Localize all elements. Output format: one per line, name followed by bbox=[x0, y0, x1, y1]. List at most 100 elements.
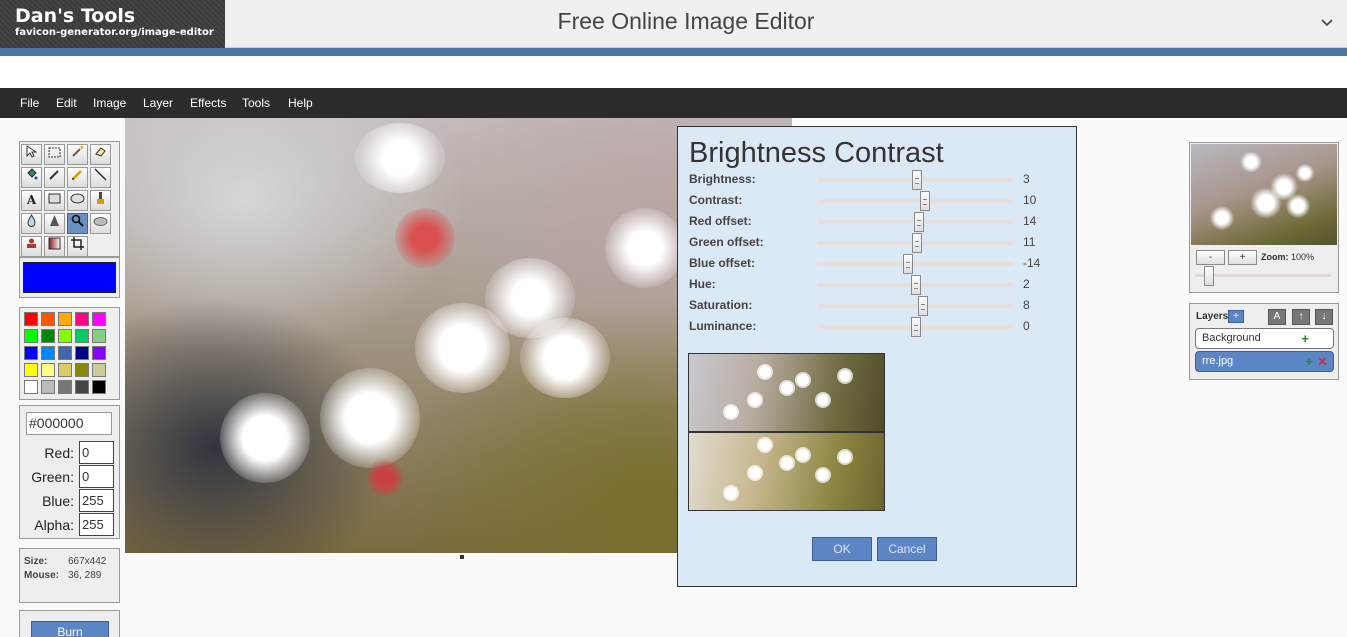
layer-name: rre.jpg bbox=[1202, 355, 1234, 367]
brightness-slider-thumb[interactable] bbox=[912, 170, 923, 190]
menu-edit[interactable]: Edit bbox=[56, 96, 77, 110]
eraser-icon[interactable] bbox=[90, 144, 111, 165]
palette-swatch[interactable] bbox=[92, 312, 106, 326]
green-offset-value: 11 bbox=[1023, 235, 1036, 249]
layer-text-button[interactable]: A bbox=[1268, 309, 1286, 325]
preview-after bbox=[688, 432, 885, 511]
green-input[interactable]: 0 bbox=[79, 465, 114, 488]
hue-slider-thumb[interactable] bbox=[911, 275, 922, 295]
mouse-label: Mouse: bbox=[24, 570, 59, 581]
select-rect-icon[interactable] bbox=[44, 144, 65, 165]
palette-swatch[interactable] bbox=[75, 312, 89, 326]
cancel-button[interactable]: Cancel bbox=[877, 537, 937, 561]
palette-swatch[interactable] bbox=[58, 329, 72, 343]
palette-swatch[interactable] bbox=[58, 346, 72, 360]
ellipse-icon[interactable] bbox=[67, 190, 88, 211]
palette-swatch[interactable] bbox=[75, 363, 89, 377]
palette-swatch[interactable] bbox=[58, 312, 72, 326]
palette-swatch[interactable] bbox=[92, 363, 106, 377]
magic-wand-icon[interactable]: ✶ bbox=[67, 144, 88, 165]
luminance-label: Luminance: bbox=[689, 319, 757, 333]
blue-offset-slider-track[interactable] bbox=[818, 262, 1013, 266]
plus-icon[interactable]: + bbox=[1305, 352, 1313, 371]
luminance-slider-thumb[interactable] bbox=[910, 317, 921, 337]
palette-swatch[interactable] bbox=[92, 380, 106, 394]
palette-swatch[interactable] bbox=[41, 380, 55, 394]
contrast-slider-track[interactable] bbox=[818, 199, 1013, 203]
palette-swatch[interactable] bbox=[75, 346, 89, 360]
dialog-title: Brightness Contrast bbox=[689, 137, 944, 169]
layer-row-background[interactable]: Background + bbox=[1195, 328, 1334, 349]
text-icon[interactable]: A bbox=[21, 190, 42, 211]
green-offset-slider-thumb[interactable] bbox=[912, 233, 923, 253]
current-color-swatch[interactable] bbox=[23, 262, 116, 293]
zoom-icon[interactable] bbox=[67, 213, 88, 234]
menu-image[interactable]: Image bbox=[93, 96, 126, 110]
zoom-in-button[interactable]: + bbox=[1228, 250, 1257, 265]
blue-offset-slider-thumb[interactable] bbox=[902, 254, 913, 274]
delete-icon[interactable]: ✕ bbox=[1317, 352, 1328, 371]
palette-swatch[interactable] bbox=[58, 363, 72, 377]
site-logo[interactable]: Dan's Tools favicon-generator.org/image-… bbox=[0, 0, 225, 48]
palette-swatch[interactable] bbox=[24, 329, 38, 343]
palette-swatch[interactable] bbox=[58, 380, 72, 394]
palette-swatch[interactable] bbox=[92, 346, 106, 360]
palette-swatch[interactable] bbox=[41, 329, 55, 343]
plus-icon[interactable]: + bbox=[1301, 329, 1309, 348]
palette-swatch[interactable] bbox=[41, 346, 55, 360]
menu-layer[interactable]: Layer bbox=[143, 96, 173, 110]
smudge-icon[interactable] bbox=[90, 213, 111, 234]
saturation-value: 8 bbox=[1023, 298, 1030, 312]
layer-row-rre[interactable]: rre.jpg + ✕ bbox=[1195, 351, 1334, 372]
saturation-slider-thumb[interactable] bbox=[918, 296, 929, 316]
navigator-thumbnail[interactable] bbox=[1191, 144, 1337, 245]
brush-icon[interactable] bbox=[90, 190, 111, 211]
flower-bud bbox=[395, 208, 455, 268]
line-icon[interactable] bbox=[90, 167, 111, 188]
palette-swatch[interactable] bbox=[75, 329, 89, 343]
green-offset-label: Green offset: bbox=[689, 235, 764, 249]
fill-bucket-icon[interactable] bbox=[21, 167, 42, 188]
saturation-slider-track[interactable] bbox=[818, 304, 1013, 308]
rectangle-icon[interactable] bbox=[44, 190, 65, 211]
palette-swatch[interactable] bbox=[24, 380, 38, 394]
palette-swatch[interactable] bbox=[24, 363, 38, 377]
pencil-icon[interactable] bbox=[67, 167, 88, 188]
crop-icon[interactable] bbox=[67, 236, 88, 257]
brightness-value: 3 bbox=[1023, 172, 1030, 186]
menu-file[interactable]: File bbox=[20, 96, 39, 110]
zoom-slider-thumb[interactable] bbox=[1203, 266, 1214, 286]
hex-color-input[interactable]: #000000 bbox=[26, 412, 112, 435]
palette-swatch[interactable] bbox=[75, 380, 89, 394]
alpha-label: Alpha: bbox=[34, 517, 74, 533]
chevron-down-icon[interactable] bbox=[1321, 14, 1333, 32]
zoom-out-button[interactable]: - bbox=[1196, 250, 1225, 265]
burn-button[interactable]: Burn bbox=[31, 621, 109, 637]
clone-stamp-icon[interactable] bbox=[21, 236, 42, 257]
blur-drop-icon[interactable] bbox=[21, 213, 42, 234]
ok-button[interactable]: OK bbox=[812, 537, 872, 561]
menu-effects[interactable]: Effects bbox=[190, 96, 226, 110]
menu-tools[interactable]: Tools bbox=[242, 96, 270, 110]
eyedropper-icon[interactable] bbox=[44, 167, 65, 188]
alpha-input[interactable]: 255 bbox=[79, 513, 114, 536]
gradient-icon[interactable] bbox=[44, 236, 65, 257]
menu-help[interactable]: Help bbox=[288, 96, 313, 110]
contrast-slider-thumb[interactable] bbox=[920, 191, 931, 211]
red-offset-slider-thumb[interactable] bbox=[914, 212, 925, 232]
blue-input[interactable]: 255 bbox=[79, 489, 114, 512]
palette-swatch[interactable] bbox=[92, 329, 106, 343]
pointer-icon[interactable] bbox=[21, 144, 42, 165]
layer-name: Background bbox=[1202, 332, 1261, 344]
palette-swatch[interactable] bbox=[24, 312, 38, 326]
red-input[interactable]: 0 bbox=[79, 441, 114, 464]
palette-swatch[interactable] bbox=[41, 363, 55, 377]
palette-swatch[interactable] bbox=[24, 346, 38, 360]
zoom-slider-track[interactable] bbox=[1195, 274, 1331, 277]
canvas-resize-handle[interactable] bbox=[460, 555, 464, 559]
palette-swatch[interactable] bbox=[41, 312, 55, 326]
move-layer-up-button[interactable]: ↑ bbox=[1292, 309, 1310, 325]
add-layer-button[interactable]: + bbox=[1228, 310, 1244, 323]
move-layer-down-button[interactable]: ↓ bbox=[1315, 309, 1333, 325]
sharpen-icon[interactable] bbox=[44, 213, 65, 234]
